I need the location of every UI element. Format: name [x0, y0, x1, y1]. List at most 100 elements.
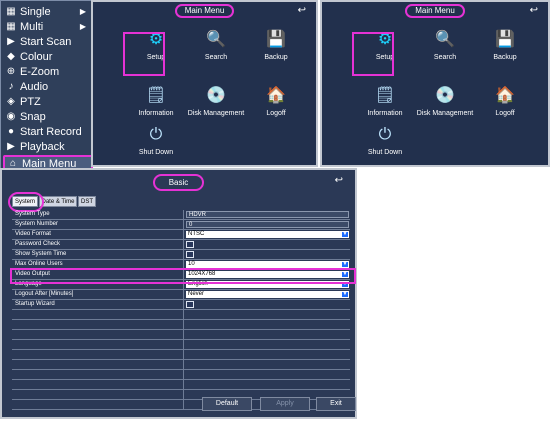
menu-item-multi[interactable]: ▦ Multi ▶ — [3, 20, 89, 34]
disk-management-icon: 💿 — [435, 87, 455, 104]
row-label: System Number — [15, 221, 59, 227]
information-icon: 🗒 — [145, 87, 167, 104]
tab-date-time[interactable]: Date & Time — [39, 196, 77, 207]
colour-icon: ◆ — [7, 51, 15, 62]
table-row: Startup Wizard — [12, 300, 350, 310]
row-value-cell — [183, 360, 351, 369]
table-row-empty — [12, 330, 350, 340]
ptz-icon: ◈ — [7, 96, 15, 107]
logoff-icon: 🏠 — [266, 87, 286, 104]
chevron-down-icon: ▼ — [342, 231, 348, 237]
back-icon-2[interactable]: ↩ — [530, 5, 538, 16]
submenu-arrow-icon: ▶ — [79, 7, 86, 16]
information-icon: 🗒 — [374, 87, 396, 104]
tile-backup[interactable]: 💾 Backup — [241, 30, 311, 70]
checkbox[interactable] — [186, 301, 194, 308]
menu-item-label: Single — [20, 6, 51, 18]
audio-icon: ♪ — [8, 81, 14, 92]
tile-shut-down-2[interactable]: ⏻ Shut Down — [350, 125, 420, 165]
tile-label: Logoff — [266, 110, 286, 117]
tile-label: Shut Down — [138, 149, 174, 156]
row-value-cell — [183, 350, 351, 359]
menu-item-audio[interactable]: ♪ Audio — [3, 80, 89, 94]
table-row-empty — [12, 320, 350, 330]
backup-icon: 💾 — [495, 31, 515, 48]
table-row: System Number 0 — [12, 220, 350, 230]
row-value-cell — [183, 240, 351, 249]
table-row: Video Format NTSC ▼ — [12, 230, 350, 240]
menu-item-e-zoom[interactable]: ⊕ E-Zoom — [3, 65, 89, 79]
table-row-empty — [12, 380, 350, 390]
row-value-cell — [183, 320, 351, 329]
menu-item-start-scan[interactable]: ▶ Start Scan — [3, 35, 89, 49]
shutdown-icon: ⏻ — [149, 126, 163, 143]
search-icon: 🔍 — [435, 31, 455, 48]
tile-label: Backup — [493, 54, 517, 61]
dropdown-value: Never — [188, 291, 205, 297]
dropdown-select[interactable]: Never ▼ — [186, 291, 349, 298]
exit-button[interactable]: Exit — [316, 397, 356, 411]
row-value-cell — [183, 380, 351, 389]
disk-management-icon: 💿 — [206, 87, 226, 104]
default-button[interactable]: Default — [202, 397, 252, 411]
text-field[interactable]: HDVR — [186, 211, 349, 218]
tile-label: Logoff — [495, 110, 515, 117]
basic-back-icon[interactable]: ↩ — [335, 175, 343, 186]
menu-item-start-record[interactable]: ● Start Record — [3, 125, 89, 139]
zoom-icon: ⊕ — [6, 66, 16, 77]
main-menu-panel: Main Menu ↩ ⚙ Setup 🔍 Search 💾 Backup 🗒 Informa… — [91, 0, 318, 167]
row-value-cell: NTSC ▼ — [183, 230, 351, 239]
tile-shut-down[interactable]: ⏻ Shut Down — [121, 125, 191, 165]
tile-label: Shut Down — [367, 149, 403, 156]
menu-item-colour[interactable]: ◆ Colour — [3, 50, 89, 64]
dropdown-select[interactable]: 10 ▼ — [186, 261, 349, 268]
system-tab-highlight — [8, 192, 44, 212]
table-row-empty — [12, 310, 350, 320]
menu-item-label: Start Record — [20, 126, 82, 138]
row-label: Password Check — [15, 241, 61, 247]
menu-item-label: Start Scan — [20, 36, 72, 48]
checkbox[interactable] — [186, 251, 194, 258]
menu-item-snap[interactable]: ◉ Snap — [3, 110, 89, 124]
table-row-empty — [12, 360, 350, 370]
shutdown-icon: ⏻ — [378, 126, 392, 143]
row-value-cell — [183, 330, 351, 339]
table-row: Password Check — [12, 240, 350, 250]
dropdown-select[interactable]: NTSC ▼ — [186, 231, 349, 238]
dropdown-value: NTSC — [188, 231, 205, 237]
chevron-down-icon: ▼ — [342, 291, 348, 297]
checkbox[interactable] — [186, 241, 194, 248]
text-field[interactable]: 0 — [186, 221, 349, 228]
tile-backup-2[interactable]: 💾 Backup — [470, 30, 540, 70]
menu-item-playback[interactable]: ▶ Playback — [3, 140, 89, 154]
tile-logoff[interactable]: 🏠 Logoff — [241, 86, 311, 126]
row-value-cell: HDVR — [183, 210, 351, 219]
row-label: System Type — [15, 211, 50, 217]
snap-icon: ◉ — [6, 111, 16, 122]
tab-dst[interactable]: DST — [78, 196, 96, 207]
main-menu-title-2: Main Menu — [405, 4, 465, 18]
apply-button[interactable]: Apply — [260, 397, 310, 411]
menu-item-label: Playback — [20, 141, 65, 153]
basic-title: Basic — [152, 174, 205, 191]
multi-view-icon: ▦ — [6, 21, 16, 32]
back-icon[interactable]: ↩ — [298, 5, 306, 16]
scan-icon: ▶ — [7, 36, 15, 47]
row-label: Show System Time — [15, 251, 67, 257]
logoff-icon: 🏠 — [495, 87, 515, 104]
tile-logoff-2[interactable]: 🏠 Logoff — [470, 86, 540, 126]
chevron-down-icon: ▼ — [342, 261, 348, 267]
menu-item-label: Multi — [20, 21, 44, 33]
table-row-empty — [12, 340, 350, 350]
menu-item-ptz[interactable]: ◈ PTZ — [3, 95, 89, 109]
row-label: Logout After [Minutes] — [15, 291, 74, 297]
row-label: Video Format — [15, 231, 51, 237]
dropdown-value: 10 — [188, 261, 195, 267]
menu-item-label: PTZ — [20, 96, 41, 108]
row-value-cell — [183, 310, 351, 319]
row-value-cell — [183, 370, 351, 379]
row-value-cell — [183, 300, 351, 309]
row-value-cell: Never ▼ — [183, 290, 351, 299]
row-value-cell — [183, 250, 351, 259]
menu-item-single[interactable]: ▦ Single ▶ — [3, 5, 89, 19]
